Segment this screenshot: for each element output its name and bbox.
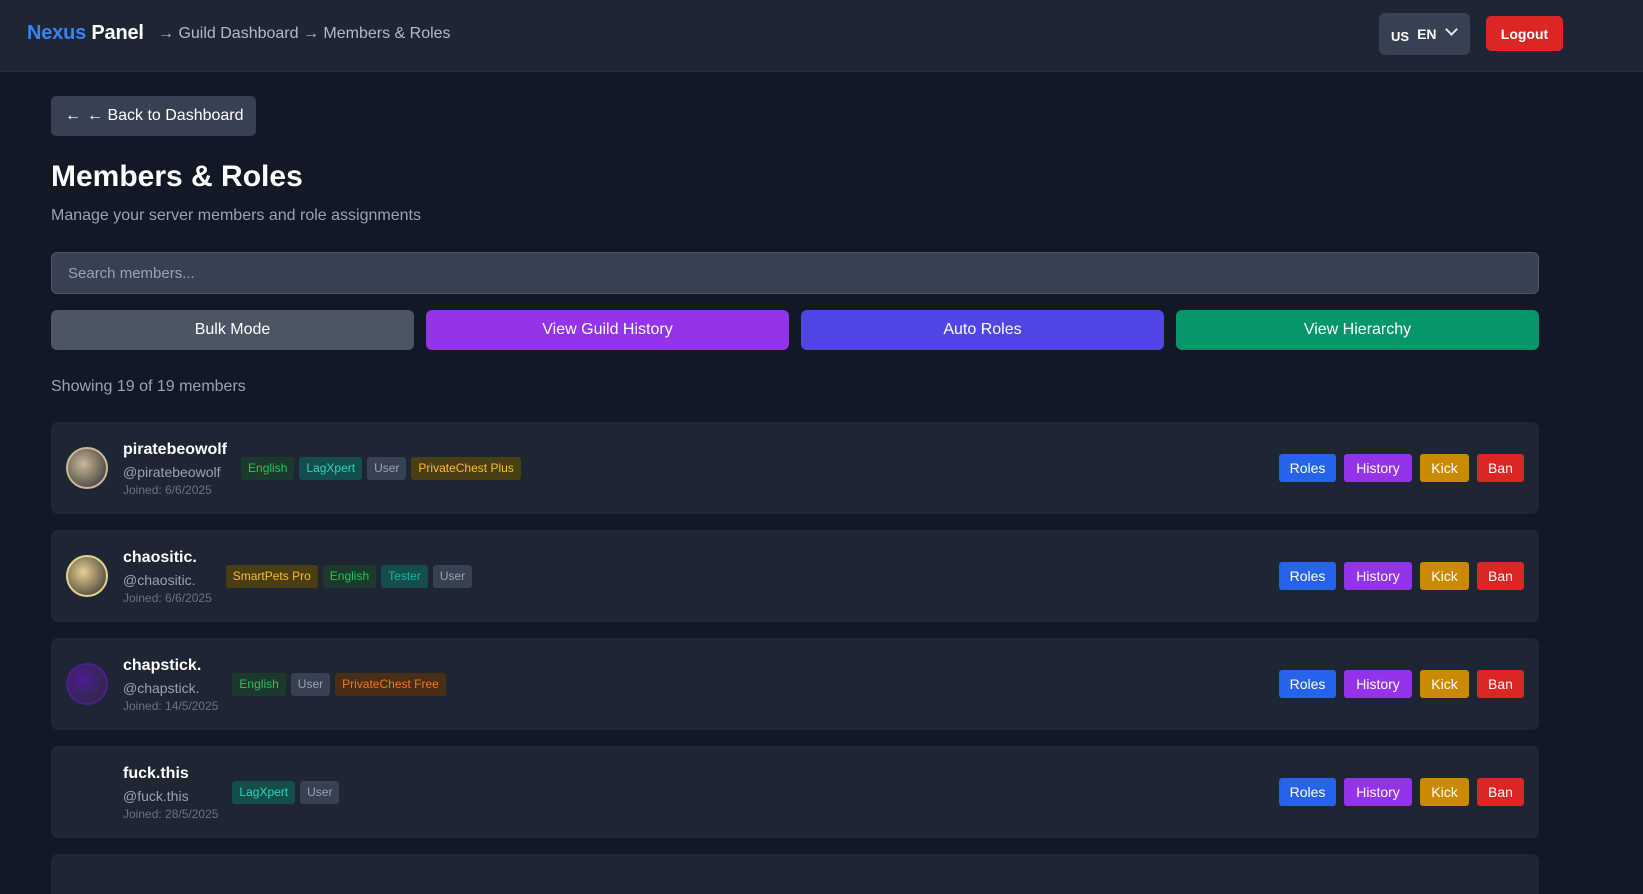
search-input[interactable] [51,252,1539,294]
roles-button[interactable]: Roles [1279,670,1336,698]
back-label: ← Back to Dashboard [87,107,244,124]
ban-button[interactable]: Ban [1477,562,1524,590]
role-tags: English User PrivateChest Free [232,673,446,696]
ban-button[interactable]: Ban [1477,778,1524,806]
member-card: piratebeowolf @piratebeowolf Joined: 6/6/2… [51,422,1539,514]
kick-button[interactable]: Kick [1420,562,1469,590]
history-button[interactable]: History [1344,778,1412,806]
page-subtitle: Manage your server members and role assi… [51,207,421,224]
member-joined: Joined: 6/6/2025 [123,483,212,497]
role-tag: PrivateChest Free [335,673,446,696]
member-card: chapstick. @chapstick. Joined: 14/5/2025 En… [51,638,1539,730]
role-tag: User [432,565,473,588]
action-bar: Bulk Mode View Guild History Auto Roles Vie… [51,310,1539,350]
member-joined: Joined: 28/5/2025 [123,807,219,821]
member-handle: @chaositic. [123,572,196,588]
member-name: piratebeowolf [123,441,228,458]
member-list: piratebeowolf @piratebeowolf Joined: 6/6/2… [51,422,1539,894]
role-tag: SmartPets Pro [225,565,318,588]
member-name: fuck.this [123,765,189,782]
member-info: chaositic. @chaositic. Joined: 6/6/2025 [123,548,212,606]
member-joined: Joined: 6/6/2025 [123,591,212,605]
language-selector[interactable]: US EN [1379,13,1470,55]
kick-button[interactable]: Kick [1420,670,1469,698]
brand-logo[interactable]: Nexus Panel [27,22,144,45]
member-actions: Roles History Kick Ban [1279,778,1524,806]
avatar [66,663,108,705]
avatar [66,447,108,489]
brand-part1: Nexus [27,22,87,44]
member-info: piratebeowolf @piratebeowolf Joined: 6/6/2… [123,440,227,498]
view-hierarchy-button[interactable]: View Hierarchy [1176,310,1539,350]
member-card: chaositic. @chaositic. Joined: 6/6/2025 Sma… [51,530,1539,622]
kick-button[interactable]: Kick [1420,454,1469,482]
member-name: chaositic. [123,549,197,566]
roles-button[interactable]: Roles [1279,562,1336,590]
history-button[interactable]: History [1344,562,1412,590]
kick-button[interactable]: Kick [1420,778,1469,806]
flag-icon: US [1391,28,1410,44]
member-count: Showing 19 of 19 members [51,378,246,395]
role-tag: User [290,673,331,696]
avatar [66,555,108,597]
member-handle: @chapstick. [123,680,200,696]
member-actions: Roles History Kick Ban [1279,454,1524,482]
arrow-left-icon: ← [65,107,81,124]
role-tag: PrivateChest Plus [411,457,521,480]
role-tags: SmartPets Pro English Tester User [225,565,473,588]
member-handle: @fuck.this [123,788,189,804]
member-joined: Joined: 14/5/2025 [123,699,219,713]
top-bar: Nexus Panel → Guild Dashboard → Members … [0,0,1643,72]
history-button[interactable]: History [1344,454,1412,482]
member-actions: Roles History Kick Ban [1279,562,1524,590]
bulk-mode-button[interactable]: Bulk Mode [51,310,414,350]
role-tag: User [300,781,340,804]
roles-button[interactable]: Roles [1279,454,1336,482]
member-card: fuck.this @fuck.this Joined: 28/5/2025 LagX… [51,746,1539,838]
brand-part2: Panel [91,22,144,44]
member-handle: @piratebeowolf [123,464,221,480]
member-info: fuck.this @fuck.this Joined: 28/5/2025 [123,764,218,822]
breadcrumb: → Guild Dashboard → Members & Roles [158,25,451,42]
page-title: Members & Roles [51,160,303,193]
role-tag: English [322,565,377,588]
member-info: chapstick. @chapstick. Joined: 14/5/2025 [123,656,218,714]
ban-button[interactable]: Ban [1477,670,1524,698]
role-tags: LagXpert User [232,781,340,804]
language-code: EN [1417,26,1437,42]
roles-button[interactable]: Roles [1279,778,1336,806]
history-button[interactable]: History [1344,670,1412,698]
role-tag: User [367,457,407,480]
member-name: chapstick. [123,657,202,674]
logout-button[interactable]: Logout [1486,16,1563,51]
role-tag: LagXpert [299,457,363,480]
back-to-dashboard-button[interactable]: ← ← Back to Dashboard [51,96,256,136]
chevron-down-icon [1445,23,1458,36]
ban-button[interactable]: Ban [1477,454,1524,482]
role-tag: Tester [381,565,428,588]
view-guild-history-button[interactable]: View Guild History [426,310,789,350]
role-tag: English [232,673,286,696]
member-actions: Roles History Kick Ban [1279,670,1524,698]
role-tag: LagXpert [232,781,296,804]
avatar [66,771,108,813]
member-card-partial [51,854,1539,894]
auto-roles-button[interactable]: Auto Roles [801,310,1164,350]
role-tag: English [241,457,295,480]
role-tags: English LagXpert User PrivateChest Plus [241,457,521,480]
